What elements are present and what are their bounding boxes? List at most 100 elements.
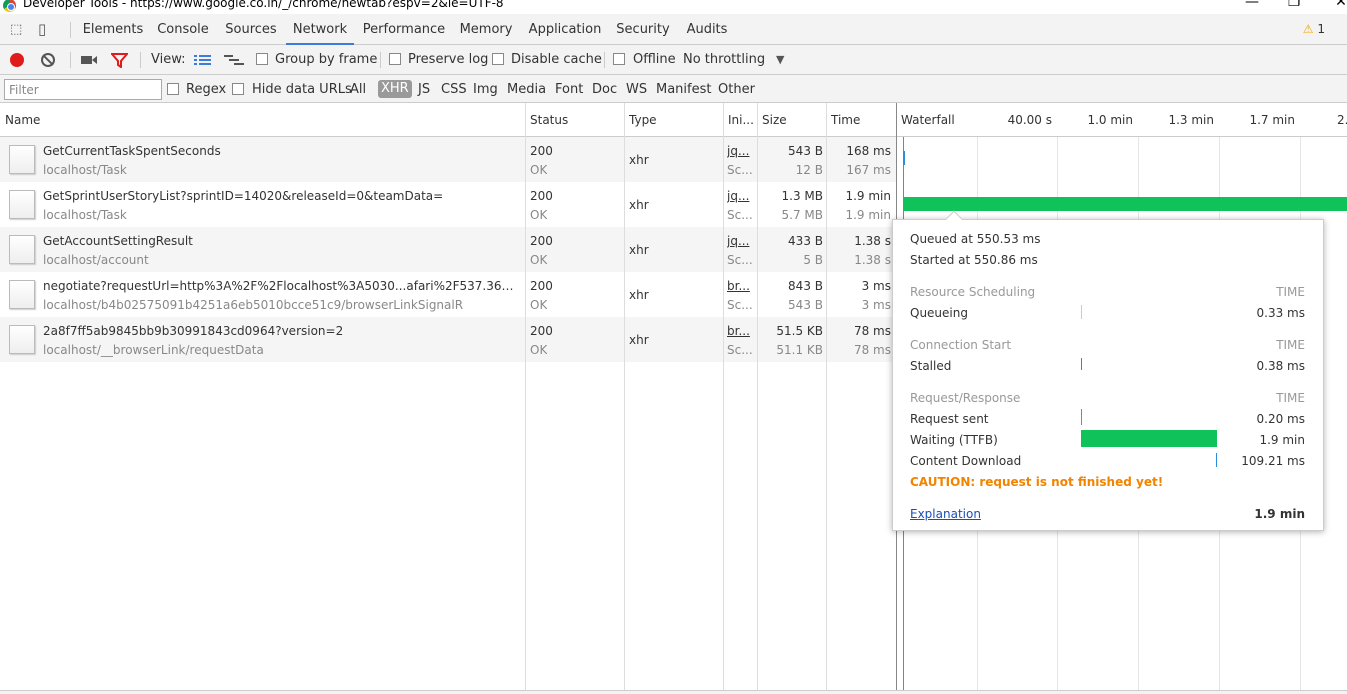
column-header-time[interactable]: Time	[826, 103, 896, 137]
record-button[interactable]	[10, 53, 24, 67]
throttling-select[interactable]: No throttling	[683, 45, 765, 75]
column-divider	[757, 103, 758, 694]
filter-type-css[interactable]: CSS	[441, 75, 467, 103]
waterfall-tick-label: 40.00 s	[1007, 113, 1052, 127]
request-content-size: 5 B	[803, 253, 823, 267]
request-size: 433 B	[788, 234, 823, 248]
clear-button[interactable]	[41, 53, 55, 67]
offline-checkbox[interactable]	[613, 53, 625, 65]
request-content-size: 12 B	[795, 163, 823, 177]
filter-type-js[interactable]: JS	[418, 75, 430, 103]
close-button[interactable]: ✕	[1331, 0, 1347, 10]
column-divider	[525, 103, 526, 694]
request-sent-value: 0.20 ms	[1256, 412, 1305, 426]
explanation-link[interactable]: Explanation	[910, 507, 981, 521]
column-header-size[interactable]: Size	[757, 103, 826, 137]
preserve-log-checkbox[interactable]	[389, 53, 401, 65]
request-time: 3 ms	[861, 279, 891, 293]
group-by-frame-checkbox[interactable]	[256, 53, 268, 65]
minimize-button[interactable]: —	[1242, 0, 1262, 10]
section-request-response: Request/Response	[910, 391, 1021, 405]
request-initiator[interactable]: br...	[727, 324, 753, 338]
toolbar-divider	[604, 52, 605, 68]
request-initiator[interactable]: br...	[727, 279, 753, 293]
request-path: localhost/__browserLink/requestData	[43, 343, 264, 357]
tab-console[interactable]: Console	[152, 14, 214, 45]
filter-type-font[interactable]: Font	[555, 75, 583, 103]
disable-cache-checkbox[interactable]	[492, 53, 504, 65]
section-connection-start: Connection Start	[910, 338, 1012, 352]
overview-waterfall-icon[interactable]	[224, 54, 244, 67]
column-header-name[interactable]: Name	[0, 103, 525, 137]
hide-data-urls-checkbox[interactable]	[232, 83, 244, 95]
tab-audits[interactable]: Audits	[680, 14, 734, 45]
tab-performance[interactable]: Performance	[360, 14, 448, 45]
file-icon	[9, 190, 35, 219]
filter-input[interactable]	[4, 79, 162, 100]
capture-screenshots-icon[interactable]	[80, 54, 98, 66]
filter-type-doc[interactable]: Doc	[592, 75, 617, 103]
preserve-log-label: Preserve log	[408, 52, 489, 67]
request-row[interactable]: GetCurrentTaskSpentSeconds localhost/Tas…	[0, 137, 897, 182]
large-request-rows-icon[interactable]	[194, 54, 211, 67]
request-initiator[interactable]: jq...	[727, 144, 753, 158]
time-header: TIME	[1276, 285, 1305, 299]
inspect-element-icon[interactable]: ⬚	[10, 22, 22, 37]
request-row[interactable]: 2a8f7ff5ab9845bb9b30991843cd0964?version…	[0, 317, 897, 362]
filter-type-manifest[interactable]: Manifest	[656, 75, 711, 103]
tabbar-divider	[70, 22, 71, 38]
filter-type-xhr[interactable]: XHR	[378, 80, 412, 98]
maximize-button[interactable]: ❐	[1284, 0, 1304, 10]
request-status: 200	[530, 279, 553, 293]
request-status-text: OK	[530, 343, 548, 357]
tab-application[interactable]: Application	[524, 14, 606, 45]
request-row[interactable]: GetAccountSettingResult localhost/accoun…	[0, 227, 897, 272]
request-type: xhr	[629, 198, 649, 212]
request-row[interactable]: negotiate?requestUrl=http%3A%2F%2Flocalh…	[0, 272, 897, 317]
toolbar-divider	[140, 52, 141, 68]
network-toolbar: View: Group by frame Preserve log Disabl…	[0, 45, 1347, 75]
filter-type-other[interactable]: Other	[718, 75, 755, 103]
request-size: 543 B	[788, 144, 823, 158]
waterfall-tick-label: 2.	[1337, 113, 1347, 127]
request-row[interactable]: GetSprintUserStoryList?sprintID=14020&re…	[0, 182, 897, 227]
queueing-label: Queueing	[910, 306, 968, 320]
tab-security[interactable]: Security	[612, 14, 674, 45]
chrome-logo-icon	[3, 0, 16, 12]
request-initiator-sub: Sc...	[727, 343, 753, 357]
filter-type-ws[interactable]: WS	[626, 75, 647, 103]
request-status-text: OK	[530, 163, 548, 177]
filter-icon[interactable]	[111, 53, 128, 68]
column-header-type[interactable]: Type	[624, 103, 723, 137]
filter-type-all[interactable]: All	[350, 75, 366, 103]
filter-type-media[interactable]: Media	[507, 75, 546, 103]
tab-elements[interactable]: Elements	[78, 14, 148, 45]
request-initiator[interactable]: jq...	[727, 234, 753, 248]
request-type: xhr	[629, 243, 649, 257]
tab-sources[interactable]: Sources	[220, 14, 282, 45]
request-size: 843 B	[788, 279, 823, 293]
toolbar-divider	[380, 52, 381, 68]
waterfall-bar-short[interactable]	[903, 151, 905, 165]
request-latency: 167 ms	[846, 163, 891, 177]
warnings-counter[interactable]: ⚠ 1	[1303, 22, 1325, 36]
waiting-ttfb-value: 1.9 min	[1259, 433, 1305, 447]
tab-memory[interactable]: Memory	[454, 14, 518, 45]
window-titlebar: Developer Tools - https://www.google.co.…	[0, 0, 1347, 14]
column-header-waterfall[interactable]: Waterfall	[896, 103, 976, 137]
column-header-initiator[interactable]: Ini...	[723, 103, 757, 137]
request-content-size: 5.7 MB	[781, 208, 823, 222]
throttling-dropdown-icon[interactable]: ▼	[776, 45, 784, 75]
column-divider	[723, 103, 724, 694]
file-icon	[9, 280, 35, 309]
stalled-label: Stalled	[910, 359, 952, 373]
filter-type-img[interactable]: Img	[473, 75, 498, 103]
waterfall-bar-long[interactable]	[903, 197, 1347, 211]
caution-message: CAUTION: request is not finished yet!	[910, 475, 1164, 489]
request-initiator[interactable]: jq...	[727, 189, 753, 203]
regex-checkbox[interactable]	[167, 83, 179, 95]
device-toolbar-icon[interactable]: ▯	[38, 20, 46, 38]
content-download-bar	[1216, 453, 1217, 467]
column-header-status[interactable]: Status	[525, 103, 624, 137]
tab-network[interactable]: Network	[286, 14, 354, 45]
